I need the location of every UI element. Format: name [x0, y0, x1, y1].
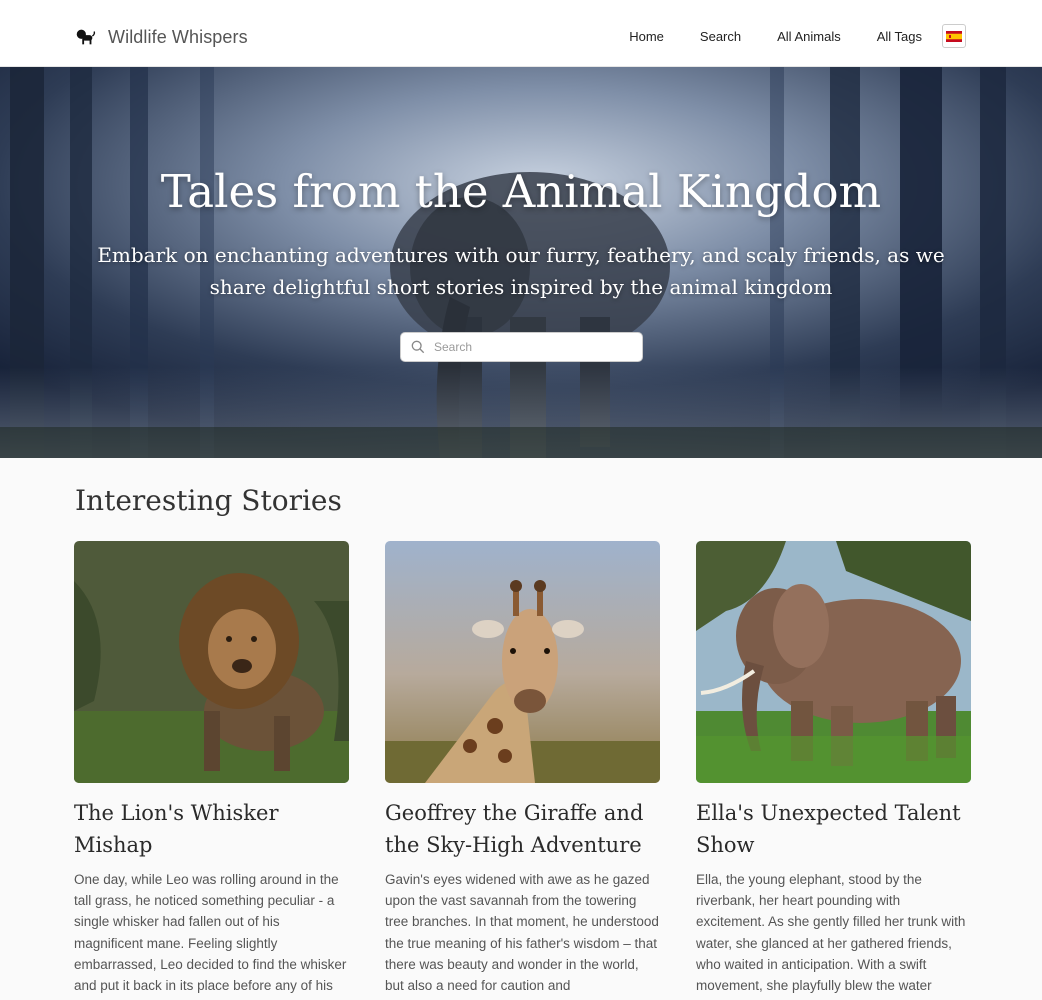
brand-link[interactable]: Wildlife Whispers: [74, 26, 248, 48]
language-switch-button[interactable]: [942, 24, 966, 48]
nav-link-home[interactable]: Home: [629, 29, 664, 44]
hero-search-box[interactable]: [400, 332, 643, 362]
story-title[interactable]: Geoffrey the Giraffe and the Sky-High Ad…: [385, 797, 660, 861]
lion-icon: [76, 29, 96, 45]
nav-link-all-tags[interactable]: All Tags: [877, 29, 922, 44]
lion-story-image[interactable]: [74, 541, 349, 783]
story-card[interactable]: The Lion's Whisker Mishap One day, while…: [74, 541, 349, 1000]
story-card[interactable]: Geoffrey the Giraffe and the Sky-High Ad…: [385, 541, 660, 996]
story-excerpt: Gavin's eyes widened with awe as he gaze…: [385, 872, 659, 994]
hero-title: Tales from the Animal Kingdom: [160, 165, 882, 218]
nav-links: Home Search All Animals All Tags: [629, 24, 966, 48]
nav-link-search[interactable]: Search: [700, 29, 741, 44]
hero-search-input[interactable]: [434, 340, 624, 354]
story-title[interactable]: Ella's Unexpected Talent Show: [696, 797, 971, 861]
giraffe-story-image[interactable]: [385, 541, 660, 783]
story-title[interactable]: The Lion's Whisker Mishap: [74, 797, 349, 861]
search-icon: [411, 340, 425, 354]
brand-name: Wildlife Whispers: [108, 26, 248, 47]
hero-subtitle: Embark on enchanting adventures with our…: [97, 243, 945, 299]
nav-link-all-animals[interactable]: All Animals: [777, 29, 841, 44]
story-excerpt: Ella, the young elephant, stood by the r…: [696, 872, 966, 1000]
stories-heading: Interesting Stories: [75, 484, 342, 517]
spain-flag-icon: [946, 30, 962, 42]
story-card[interactable]: Ella's Unexpected Talent Show Ella, the …: [696, 541, 971, 1000]
top-navbar: Wildlife Whispers Home Search All Animal…: [0, 0, 1042, 67]
hero-banner: Tales from the Animal Kingdom Embark on …: [0, 67, 1042, 458]
elephant-story-image[interactable]: [696, 541, 971, 783]
story-excerpt: One day, while Leo was rolling around in…: [74, 872, 347, 1000]
